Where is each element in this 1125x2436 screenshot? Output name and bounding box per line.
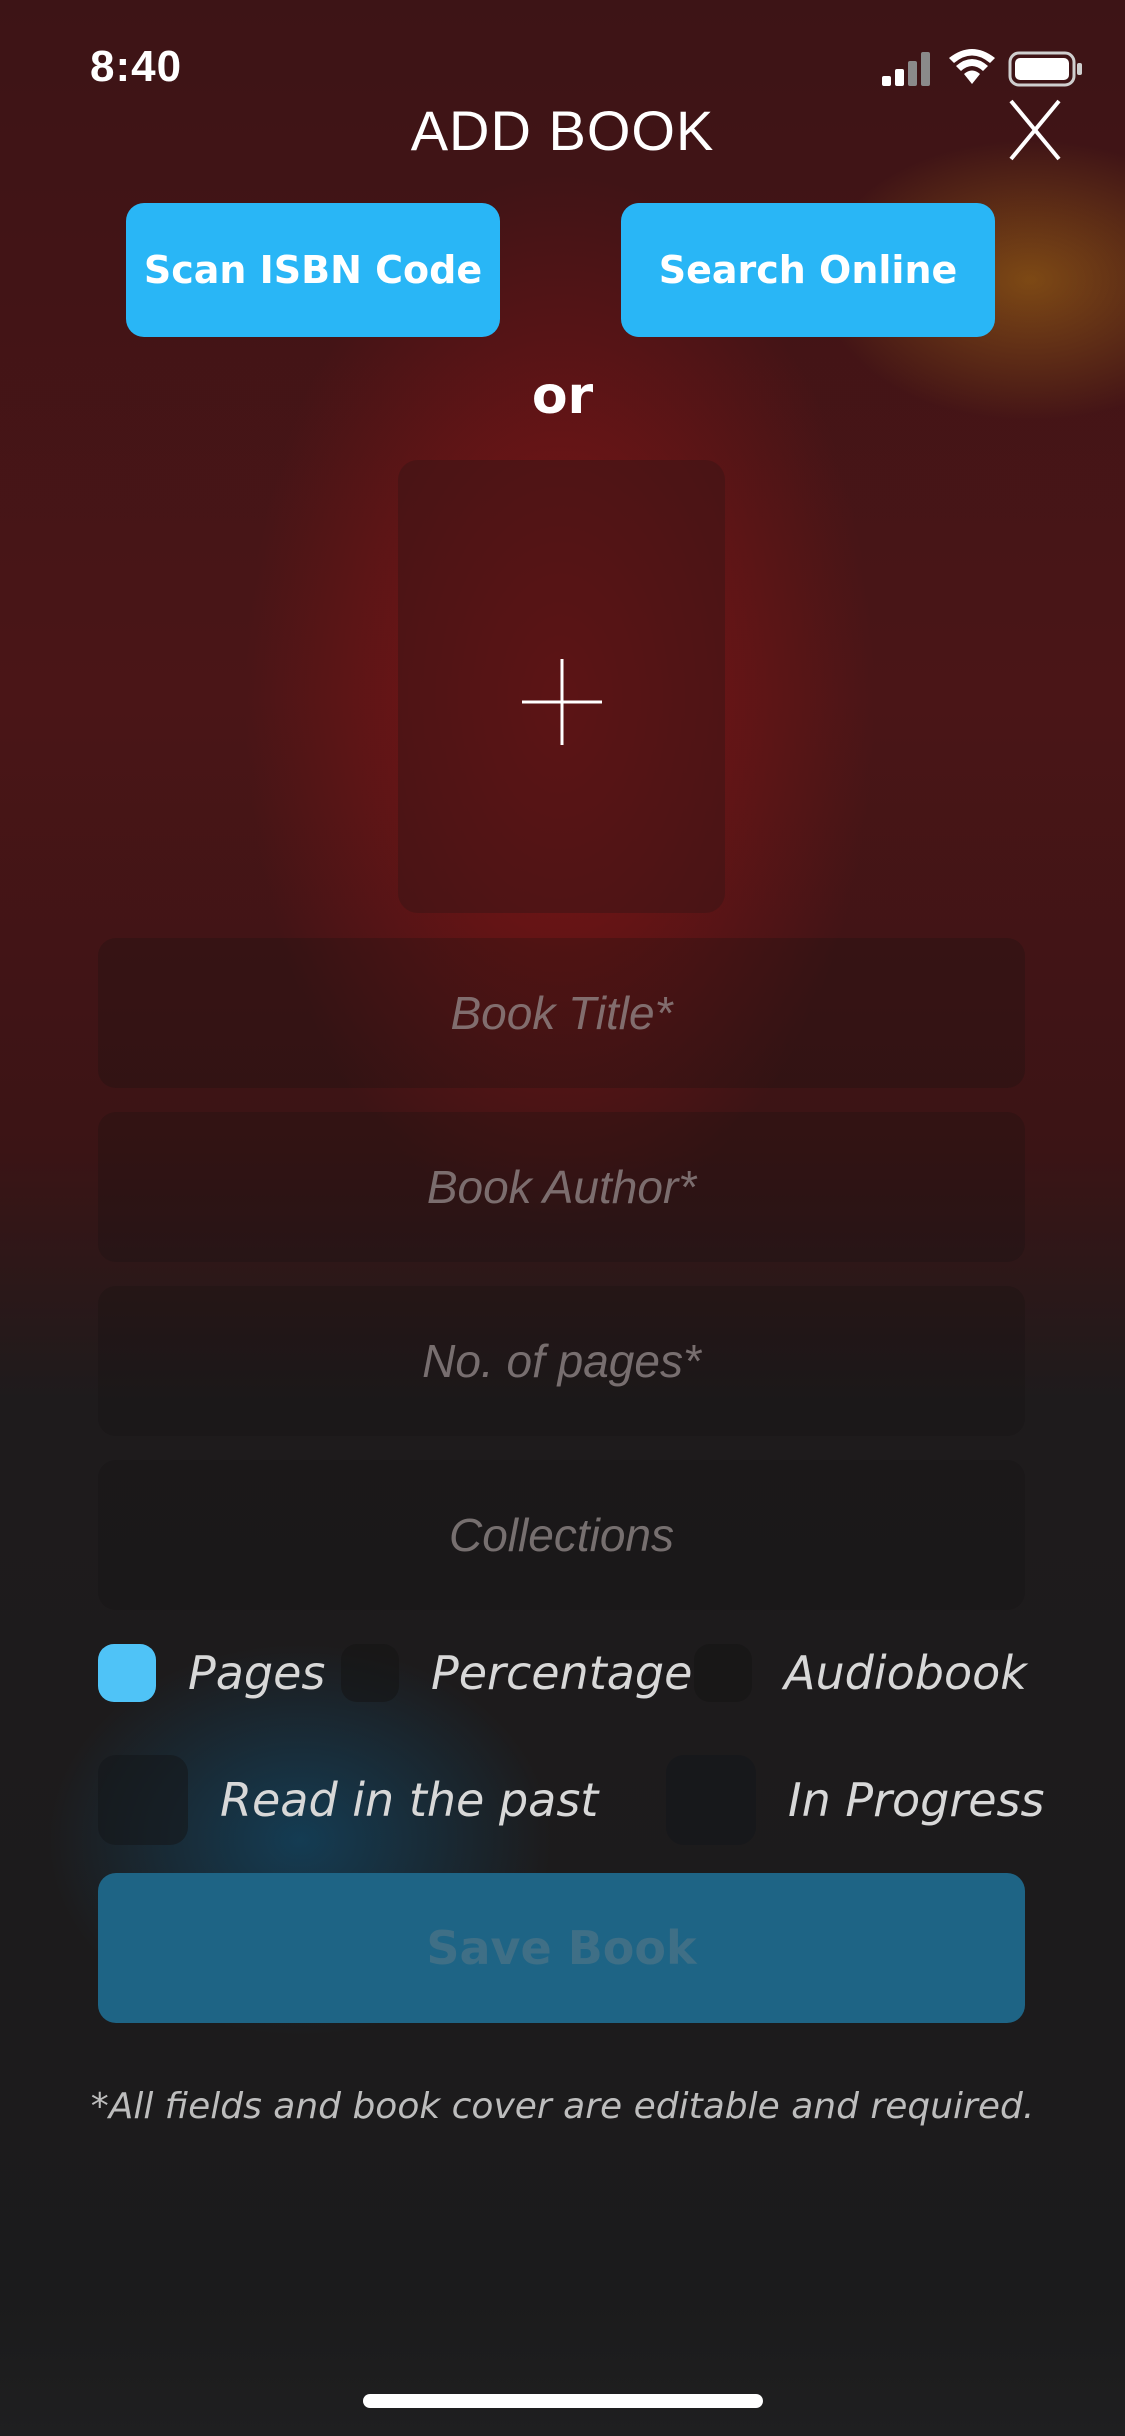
signal-icon: [882, 52, 930, 86]
scan-isbn-button[interactable]: Scan ISBN Code: [126, 203, 500, 337]
checkbox-read-in-past-box[interactable]: [98, 1755, 188, 1845]
radio-percentage-box[interactable]: [341, 1644, 399, 1702]
radio-percentage[interactable]: Percentage: [341, 1644, 692, 1702]
or-divider-text: or: [531, 366, 594, 426]
radio-audiobook-box[interactable]: [694, 1644, 752, 1702]
radio-audiobook[interactable]: Audiobook: [694, 1644, 1027, 1702]
collections-input[interactable]: [98, 1460, 1025, 1610]
book-author-input[interactable]: [98, 1112, 1025, 1262]
wifi-icon: [949, 49, 995, 84]
required-fields-note: *All fields and book cover are editable …: [90, 2086, 1035, 2127]
plus-icon: [522, 659, 602, 745]
radio-pages-box[interactable]: [98, 1644, 156, 1702]
radio-pages-label: Pages: [188, 1646, 326, 1700]
checkbox-in-progress[interactable]: In Progress: [666, 1755, 1044, 1845]
book-cover-upload[interactable]: [398, 460, 725, 913]
pages-count-input[interactable]: [98, 1286, 1025, 1436]
checkbox-in-progress-box[interactable]: [666, 1755, 756, 1845]
close-icon[interactable]: [1005, 95, 1065, 165]
radio-pages[interactable]: Pages: [98, 1644, 325, 1702]
radio-percentage-label: Percentage: [431, 1646, 693, 1700]
book-title-input[interactable]: [98, 938, 1025, 1088]
save-book-button[interactable]: Save Book: [98, 1873, 1025, 2023]
checkbox-read-in-past[interactable]: Read in the past: [98, 1755, 598, 1845]
radio-audiobook-label: Audiobook: [784, 1646, 1027, 1700]
home-indicator[interactable]: [363, 2394, 763, 2408]
battery-icon: [1008, 51, 1082, 87]
status-time: 8:40: [90, 42, 183, 91]
checkbox-in-progress-label: In Progress: [788, 1773, 1045, 1827]
page-title: ADD BOOK: [410, 99, 715, 162]
checkbox-read-in-past-label: Read in the past: [220, 1773, 599, 1827]
search-online-button[interactable]: Search Online: [621, 203, 995, 337]
